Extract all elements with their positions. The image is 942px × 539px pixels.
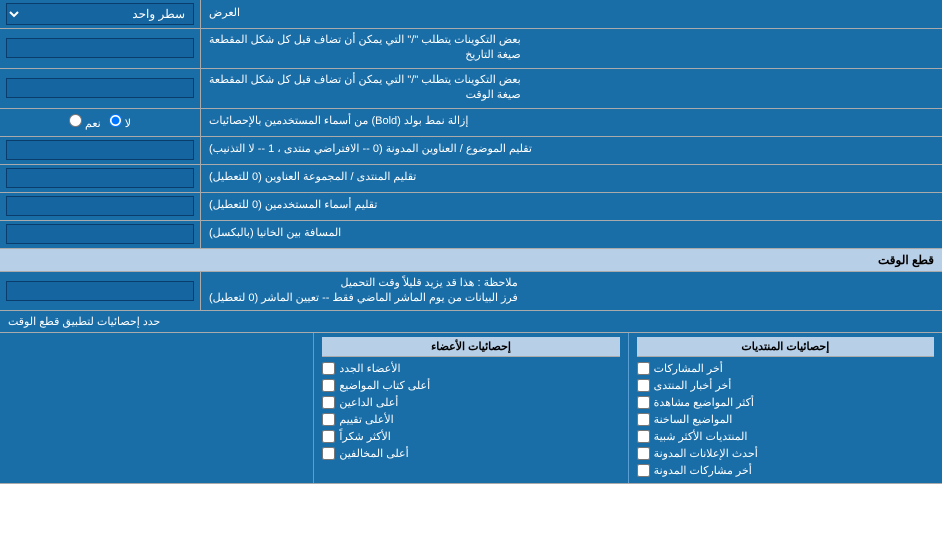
members-stat-checkbox-3[interactable] [322,413,335,426]
date-format-input-cell: d-m [0,29,200,68]
posts-stat-item-2: أكثر المواضيع مشاهدة [637,394,934,411]
members-stat-item-1: أعلى كتاب المواضيع [322,377,619,394]
members-stat-item-0: الأعضاء الجدد [322,360,619,377]
topic-titles-label: تقليم الموضوع / العناوين المدونة (0 -- ا… [200,137,942,164]
posts-stat-item-5: أحدث الإعلانات المدونة [637,445,934,462]
time-filter-input-cell: 0 [0,272,200,311]
date-format-input[interactable]: d-m [6,38,194,58]
display-mode-select[interactable]: سطر واحد سطرين ثلاثة أسطر [6,3,194,25]
posts-stat-checkbox-1[interactable] [637,379,650,392]
posts-stat-item-1: أخر أخبار المنتدى [637,377,934,394]
members-stat-checkbox-2[interactable] [322,396,335,409]
time-format-input[interactable]: H:i [6,78,194,98]
usernames-label: تقليم أسماء المستخدمين (0 للتعطيل) [200,193,942,220]
posts-stats-column: إحصائيات المنتديات أخر المشاركات أخر أخب… [628,333,942,483]
members-stat-item-2: أعلى الداعين [322,394,619,411]
posts-stat-checkbox-5[interactable] [637,447,650,460]
empty-stats-column [0,333,313,483]
date-format-label: بعض التكوينات يتطلب "/" التي يمكن أن تضا… [200,29,942,68]
members-stats-column: إحصائيات الأعضاء الأعضاء الجدد أعلى كتاب… [313,333,627,483]
limit-label-cell: حدد إحصائيات لتطبيق قطع الوقت [0,311,942,332]
distance-input[interactable]: 2 [6,224,194,244]
posts-stat-checkbox-4[interactable] [637,430,650,443]
bold-yes-label: نعم [69,114,101,130]
members-stat-checkbox-1[interactable] [322,379,335,392]
distance-input-cell: 2 [0,221,200,248]
bold-remove-radio-cell: لا نعم [0,109,200,136]
bold-yes-radio[interactable] [69,114,82,127]
time-filter-label: ملاحظة : هذا قد يزيد قليلاً وقت التحميلف… [200,272,942,311]
members-stats-title: إحصائيات الأعضاء [322,337,619,357]
bold-no-label: لا [109,114,131,130]
forum-titles-input[interactable]: 33 [6,168,194,188]
forum-titles-label: تقليم المنتدى / المجموعة العناوين (0 للت… [200,165,942,192]
posts-stat-checkbox-2[interactable] [637,396,650,409]
bold-remove-label: إزالة نمط بولد (Bold) من أسماء المستخدمي… [200,109,942,136]
topic-titles-input-cell: 33 [0,137,200,164]
forum-titles-input-cell: 33 [0,165,200,192]
posts-stat-checkbox-0[interactable] [637,362,650,375]
usernames-input[interactable]: 0 [6,196,194,216]
section-title-label: العرض [200,0,942,28]
distance-label: المسافة بين الخانيا (بالبكسل) [200,221,942,248]
topic-titles-input[interactable]: 33 [6,140,194,160]
posts-stat-item-4: المنتديات الأكثر شبية [637,428,934,445]
members-stat-checkbox-5[interactable] [322,447,335,460]
time-format-label: بعض التكوينات يتطلب "/" التي يمكن أن تضا… [200,69,942,108]
posts-stat-item-3: المواضيع الساخنة [637,411,934,428]
members-stat-checkbox-4[interactable] [322,430,335,443]
posts-stats-title: إحصائيات المنتديات [637,337,934,357]
members-stat-item-4: الأكثر شكراً [322,428,619,445]
time-format-input-cell: H:i [0,69,200,108]
posts-stat-checkbox-6[interactable] [637,464,650,477]
time-section-header: قطع الوقت [0,249,942,272]
posts-stat-item-6: أخر مشاركات المدونة [637,462,934,479]
usernames-input-cell: 0 [0,193,200,220]
display-mode-cell: سطر واحد سطرين ثلاثة أسطر [0,0,200,28]
bold-no-radio[interactable] [109,114,122,127]
members-stat-checkbox-0[interactable] [322,362,335,375]
time-filter-input[interactable]: 0 [6,281,194,301]
posts-stat-checkbox-3[interactable] [637,413,650,426]
posts-stat-item-0: أخر المشاركات [637,360,934,377]
members-stat-item-3: الأعلى تقييم [322,411,619,428]
members-stat-item-5: أعلى المخالفين [322,445,619,462]
